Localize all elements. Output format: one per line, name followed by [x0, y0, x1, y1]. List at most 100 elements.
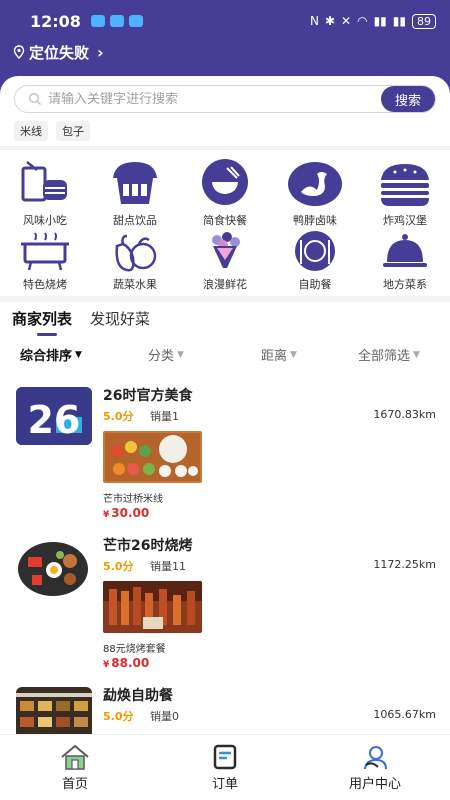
price-symbol: ¥: [103, 660, 110, 670]
status-bar: 12:08 N ✱ ✕ ◠ ▮▮ ▮▮ 89: [0, 0, 450, 42]
home-icon: [61, 744, 89, 770]
bluetooth-icon: ✱: [324, 14, 336, 28]
list-tabs: 商家列表 发现好菜: [12, 308, 150, 329]
search-bar: 搜索: [14, 85, 436, 113]
category-row-2: 特色烧烤 蔬菜水果 浪漫鲜花 自助餐 地方菜系: [0, 230, 450, 292]
mute-icon: ✕: [341, 14, 352, 28]
location-label: 定位失败: [29, 43, 90, 62]
category-duck[interactable]: 鸭脖卤味: [270, 158, 360, 228]
category-row-1: 风味小吃 甜点饮品 简食快餐 鸭脖卤味 炸鸡汉堡: [0, 158, 450, 228]
merchant-distance: 1670.83km: [373, 408, 436, 421]
merchant-rating: 5.0分: [103, 710, 134, 723]
search-icon: [29, 93, 41, 105]
category-dessert[interactable]: 甜点饮品: [90, 158, 180, 228]
merchant-rating: 5.0分: [103, 560, 134, 573]
filter-distance[interactable]: 距离 ▼: [261, 345, 297, 364]
merchant-card[interactable]: 勐焕自助餐 5.0分 销量0 1065.67km: [0, 685, 450, 734]
category-flower[interactable]: 浪漫鲜花: [180, 230, 270, 292]
active-tab-indicator: [37, 333, 57, 336]
dish-price: ¥88.00: [103, 656, 149, 670]
filter-distance-label: 距离: [261, 349, 288, 364]
burger-icon: [381, 164, 429, 206]
filter-category-label: 分类: [148, 349, 175, 364]
location-selector[interactable]: 定位失败 ›: [0, 42, 450, 62]
merchant-sales: 销量0: [150, 710, 179, 723]
category-label: 浪漫鲜花: [203, 278, 247, 291]
dish-name: 88元烧烤套餐: [103, 644, 166, 655]
duck-icon: [288, 162, 342, 206]
dish-image[interactable]: [103, 581, 202, 633]
merchant-sales: 销量11: [150, 560, 186, 573]
caret-down-icon: ▼: [75, 349, 82, 360]
price-value: 30.00: [111, 506, 150, 520]
caret-down-icon: ▼: [177, 349, 184, 360]
search-button[interactable]: 搜索: [381, 86, 435, 112]
category-label: 自助餐: [298, 278, 332, 291]
price-value: 88.00: [111, 656, 150, 670]
nav-label: 首页: [61, 777, 88, 792]
hot-search-tags: 米线 包子: [14, 121, 90, 141]
merchant-logo: [16, 687, 92, 734]
merchant-sales: 销量1: [150, 410, 179, 423]
price-symbol: ¥: [103, 510, 110, 520]
order-icon: [213, 744, 237, 770]
category-grill[interactable]: 特色烧烤: [0, 230, 90, 292]
filter-sort[interactable]: 综合排序 ▼: [20, 345, 82, 364]
category-label: 地方菜系: [383, 278, 427, 291]
dish-image[interactable]: [103, 431, 202, 483]
category-regional[interactable]: 地方菜系: [360, 230, 450, 292]
caret-down-icon: ▼: [290, 349, 297, 360]
dessert-icon: [113, 162, 157, 204]
hot-tag[interactable]: 包子: [56, 121, 90, 141]
filter-sort-label: 综合排序: [20, 349, 73, 364]
nav-user-center[interactable]: 用户中心: [300, 735, 450, 800]
message-notification-icon: [109, 15, 124, 27]
tab-merchant-list[interactable]: 商家列表: [12, 308, 72, 329]
nav-label: 用户中心: [348, 777, 401, 792]
bbq-skewers-photo: [103, 581, 202, 633]
merchant-name: 勐焕自助餐: [103, 688, 173, 704]
nav-orders[interactable]: 订单: [150, 735, 300, 800]
category-label: 特色烧烤: [23, 278, 67, 291]
merchant-distance: 1065.67km: [373, 708, 436, 721]
category-label: 鸭脖卤味: [293, 214, 337, 227]
tab-discover-dishes[interactable]: 发现好菜: [90, 308, 150, 329]
category-label: 炸鸡汉堡: [383, 214, 427, 227]
nav-home[interactable]: 首页: [0, 735, 150, 800]
hot-tag[interactable]: 米线: [14, 121, 48, 141]
category-snack[interactable]: 风味小吃: [0, 158, 90, 228]
user-center-icon: [364, 746, 387, 770]
merchant-logo: [16, 537, 90, 599]
category-fast-food[interactable]: 简食快餐: [180, 158, 270, 228]
category-label: 简食快餐: [203, 214, 247, 227]
buffet-icon: [295, 231, 335, 271]
buffet-photo: [16, 687, 92, 734]
merchant-card[interactable]: 芒市26时烧烤 5.0分 销量11 1172.25km 88元烧烤套餐 ¥88.…: [0, 535, 450, 680]
search-input[interactable]: [48, 91, 381, 107]
cloche-icon: [383, 234, 427, 267]
status-time: 12:08: [30, 11, 81, 31]
merchant-logo: 26: [16, 387, 92, 445]
category-label: 风味小吃: [23, 214, 67, 227]
grill-pan-image: [16, 537, 90, 599]
app-notification-icon: [90, 15, 105, 27]
filter-category[interactable]: 分类 ▼: [148, 345, 184, 364]
merchant-distance: 1172.25km: [373, 558, 436, 571]
filter-all[interactable]: 全部筛选 ▼: [358, 345, 420, 364]
section-divider: [0, 146, 450, 150]
category-burger[interactable]: 炸鸡汉堡: [360, 158, 450, 228]
merchant-card[interactable]: 26 26时官方美食 5.0分 销量1 1670.83km 芒市过桥米线 ¥30…: [0, 385, 450, 530]
grill-icon: [21, 232, 69, 271]
caret-down-icon: ▼: [413, 349, 420, 360]
merchant-name: 26时官方美食: [103, 388, 193, 404]
chat-notification-icon: [128, 15, 143, 27]
rice-noodle-photo: [103, 431, 202, 483]
dish-name: 芒市过桥米线: [103, 494, 163, 505]
vegetable-icon: [115, 234, 157, 272]
merchant-name: 芒市26时烧烤: [103, 538, 193, 554]
category-label: 蔬菜水果: [113, 278, 157, 291]
bottom-navigation: 首页 订单 用户中心: [0, 734, 450, 800]
location-pin-icon: [13, 45, 25, 59]
category-buffet[interactable]: 自助餐: [270, 230, 360, 292]
category-vegetable[interactable]: 蔬菜水果: [90, 230, 180, 292]
